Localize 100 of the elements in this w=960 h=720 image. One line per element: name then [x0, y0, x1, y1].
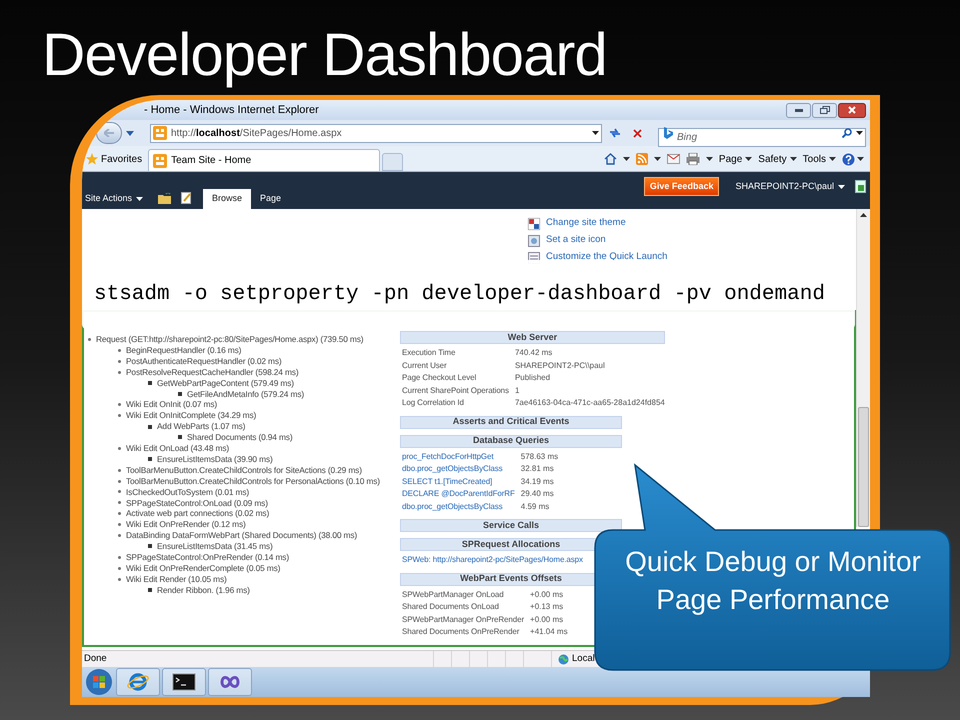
menu-button[interactable]: Page: [718, 152, 752, 166]
row-value: 1: [514, 384, 520, 396]
left-arrow-icon: [104, 129, 114, 137]
caret-icon: [838, 184, 845, 188]
help-icon: [842, 152, 855, 166]
row-value: Published: [514, 372, 552, 384]
minimize-button[interactable]: [786, 102, 811, 118]
bullet-icon: [148, 381, 152, 385]
bullet-icon: [178, 435, 182, 440]
address-field[interactable]: http://localhost/SitePages/Home.aspx: [150, 124, 602, 142]
tree-item-text: IsCheckedOutToSystem (0.01 ms): [126, 486, 250, 498]
menu-button[interactable]: Safety: [758, 152, 797, 166]
back-button[interactable]: [96, 122, 122, 144]
bullet-icon: [118, 490, 121, 494]
bullet-icon: [118, 370, 121, 374]
row-label: Current User: [402, 360, 448, 372]
site-favicon: [153, 126, 167, 140]
bing-logo-icon: [662, 126, 674, 138]
tree-item-text: PostAuthenticateRequestHandler (0.02 ms): [126, 355, 282, 368]
row-value: 4.59 ms: [520, 500, 550, 512]
tree-item-text: Request (GET:http://sharepoint2-pc:80/SitePages/Home.aspx) (739.50 ms): [96, 333, 364, 346]
site-favicon: [153, 154, 168, 168]
query-link[interactable]: SPWeb: http://sharepoint2-pc/SitePages/Home.aspx: [402, 554, 583, 566]
mail-icon: [666, 154, 680, 164]
scrollbar[interactable]: [856, 209, 870, 527]
ribbon-tab[interactable]: Page: [251, 189, 290, 209]
browser-tab[interactable]: Team Site - Home: [148, 149, 380, 171]
tree-item-text: ToolBarMenuButton.CreateChildControls for SiteActions (0.29 ms): [126, 464, 362, 476]
tree-item-text: Wiki Edit OnLoad (43.48 ms): [126, 442, 230, 455]
menu-button[interactable]: Tools: [802, 152, 836, 166]
restore-button[interactable]: [812, 102, 837, 118]
row-value: 29.40 ms: [520, 488, 555, 500]
bullet-icon: [178, 392, 182, 396]
row-label: Page Checkout Level: [402, 372, 478, 384]
taskbar-button[interactable]: [162, 668, 206, 696]
start-button-icon: [84, 668, 114, 696]
bullet-icon: [148, 544, 152, 548]
bullet-icon: [118, 468, 121, 472]
row-value: +41.04 ms: [530, 626, 568, 638]
caret-icon: [136, 197, 144, 201]
home-icon: [604, 153, 617, 165]
favorites-button[interactable]: Favorites: [84, 148, 144, 170]
section-header: Web Server: [400, 331, 665, 344]
tree-item-text: Wiki Edit OnInitComplete (34.29 ms): [126, 409, 256, 422]
window-title: - Home - Windows Internet Explorer: [144, 102, 319, 118]
ribbon-tab[interactable]: Browse: [203, 189, 252, 209]
bullet-icon: [118, 512, 121, 516]
site-actions-menu[interactable]: Site Actions: [85, 190, 144, 208]
tree-item-text: Wiki Edit Render (10.05 ms): [126, 573, 227, 586]
tree-item-text: SPPageStateControl:OnPreRender (0.14 ms): [126, 551, 289, 564]
tree-item-text: ToolBarMenuButton.CreateChildControls for PersonalActions (0.10 ms): [126, 475, 380, 488]
query-link[interactable]: dbo.proc_getObjectsByClass: [402, 500, 515, 513]
row-value: 740.42 ms: [514, 347, 554, 359]
bullet-icon: [118, 501, 121, 504]
caret-icon: [745, 157, 752, 161]
tree-item-text: PostResolveRequestCacheHandler (598.24 ms): [126, 366, 298, 378]
bullet-icon: [148, 588, 152, 592]
scrollbar-thumb[interactable]: [858, 407, 869, 527]
tree-item-text: Wiki Edit OnPreRenderComplete (0.05 ms): [126, 562, 280, 574]
row-value: 34.19 ms: [520, 476, 555, 488]
section-header: Database Queries: [400, 434, 622, 448]
query-link[interactable]: dbo.proc_getObjectsByClass: [402, 463, 515, 476]
tree-item-text: Add WebParts (1.07 ms): [157, 420, 246, 433]
query-link[interactable]: SELECT t1.[TimeCreated]: [402, 476, 515, 488]
row-value: +0.13 ms: [530, 601, 564, 613]
bullet-icon: [118, 348, 121, 352]
query-link[interactable]: DECLARE @DocParentIdForRF: [402, 488, 515, 500]
terminal-icon: [172, 671, 196, 693]
bullet-icon: [118, 446, 121, 450]
bullet-icon: [118, 360, 121, 363]
tree-item-text: EnsureListItemsData (31.45 ms): [157, 540, 273, 553]
row-value: 7ae46163-04ca-471c-aa65-28a1d24fd854: [514, 397, 665, 409]
row-label: Shared Documents OnLoad: [402, 601, 500, 613]
bullet-icon: [118, 403, 121, 406]
callout-text: Quick Debug or Monitor Page Performance: [624, 545, 922, 617]
bullet-icon: [118, 414, 121, 418]
help-button[interactable]: [842, 152, 864, 166]
caret-icon: [654, 157, 661, 161]
tree-item-text: Wiki Edit OnPreRender (0.12 ms): [126, 518, 246, 531]
search-icon: [842, 128, 852, 138]
bullet-icon: [88, 338, 91, 341]
browser-icon: [126, 671, 150, 693]
query-link[interactable]: proc_FetchDocForHttpGet: [402, 450, 515, 463]
row-label: Shared Documents OnPreRender: [402, 626, 520, 638]
row-value: 32.81 ms: [520, 463, 555, 475]
settings-link[interactable]: Change site theme: [546, 216, 626, 231]
bullet-icon: [148, 424, 152, 429]
tree-item-text: Wiki Edit OnInit (0.07 ms): [126, 398, 218, 412]
settings-icon: [528, 234, 540, 246]
row-label: Current SharePoint Operations: [402, 384, 509, 397]
bullet-icon: [148, 457, 152, 462]
user-menu[interactable]: SHAREPOINT2-PC\paul: [735, 180, 845, 194]
settings-link[interactable]: Customize the Quick Launch: [546, 250, 668, 265]
settings-link[interactable]: Set a site icon: [546, 233, 606, 248]
search-field[interactable]: Bing: [658, 128, 866, 146]
close-button[interactable]: [838, 102, 866, 118]
bullet-icon: [118, 556, 121, 559]
minimize-icon: [794, 108, 802, 112]
caret-icon: [829, 157, 836, 161]
tree-item-text: GetWebPartPageContent (579.49 ms): [157, 377, 294, 390]
